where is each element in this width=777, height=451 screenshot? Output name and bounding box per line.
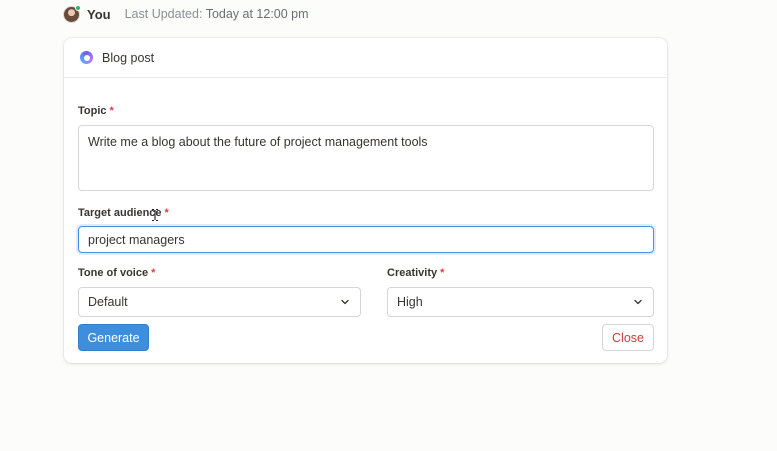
target-audience-value: project managers [88,233,185,247]
creativity-label: Creativity * [387,267,444,279]
required-mark: * [109,105,114,117]
tone-of-voice-value: Default [88,295,128,309]
generate-button[interactable]: Generate [78,324,149,351]
creativity-label-text: Creativity [387,267,438,279]
tone-of-voice-select[interactable]: Default [78,287,361,317]
tone-of-voice-label-text: Tone of voice [78,267,149,279]
creativity-select[interactable]: High [387,287,654,317]
user-name: You [87,6,111,22]
text-cursor-icon [152,209,158,221]
author-bar: You Last Updated: Today at 12:00 pm [63,4,309,24]
topic-textarea[interactable]: Write me a blog about the future of proj… [78,125,654,191]
required-mark: * [151,267,156,279]
avatar[interactable] [63,4,81,23]
target-audience-label-text: Target audience [78,207,162,219]
required-mark: * [164,207,169,219]
last-updated-label: Last Updated: [124,7,203,21]
card-title: Blog post [102,50,155,65]
last-updated-value: Today at 12:00 pm [205,7,309,21]
topic-label: Topic * [78,105,114,117]
card-header: Blog post [64,38,667,78]
blog-post-card: Blog post Topic * Write me a blog about t… [64,38,667,363]
last-updated: Last Updated: Today at 12:00 pm [125,7,309,21]
required-mark: * [440,267,445,279]
close-button[interactable]: Close [602,324,654,351]
topic-label-text: Topic [78,105,107,117]
tone-of-voice-label: Tone of voice * [78,267,155,279]
chevron-down-icon [341,299,349,305]
ai-sparkle-icon [80,51,93,64]
topic-value: Write me a blog about the future of proj… [88,135,428,149]
online-status-icon [75,4,81,11]
creativity-value: High [397,295,423,309]
target-audience-input[interactable]: project managers [78,226,654,253]
chevron-down-icon [634,299,642,305]
